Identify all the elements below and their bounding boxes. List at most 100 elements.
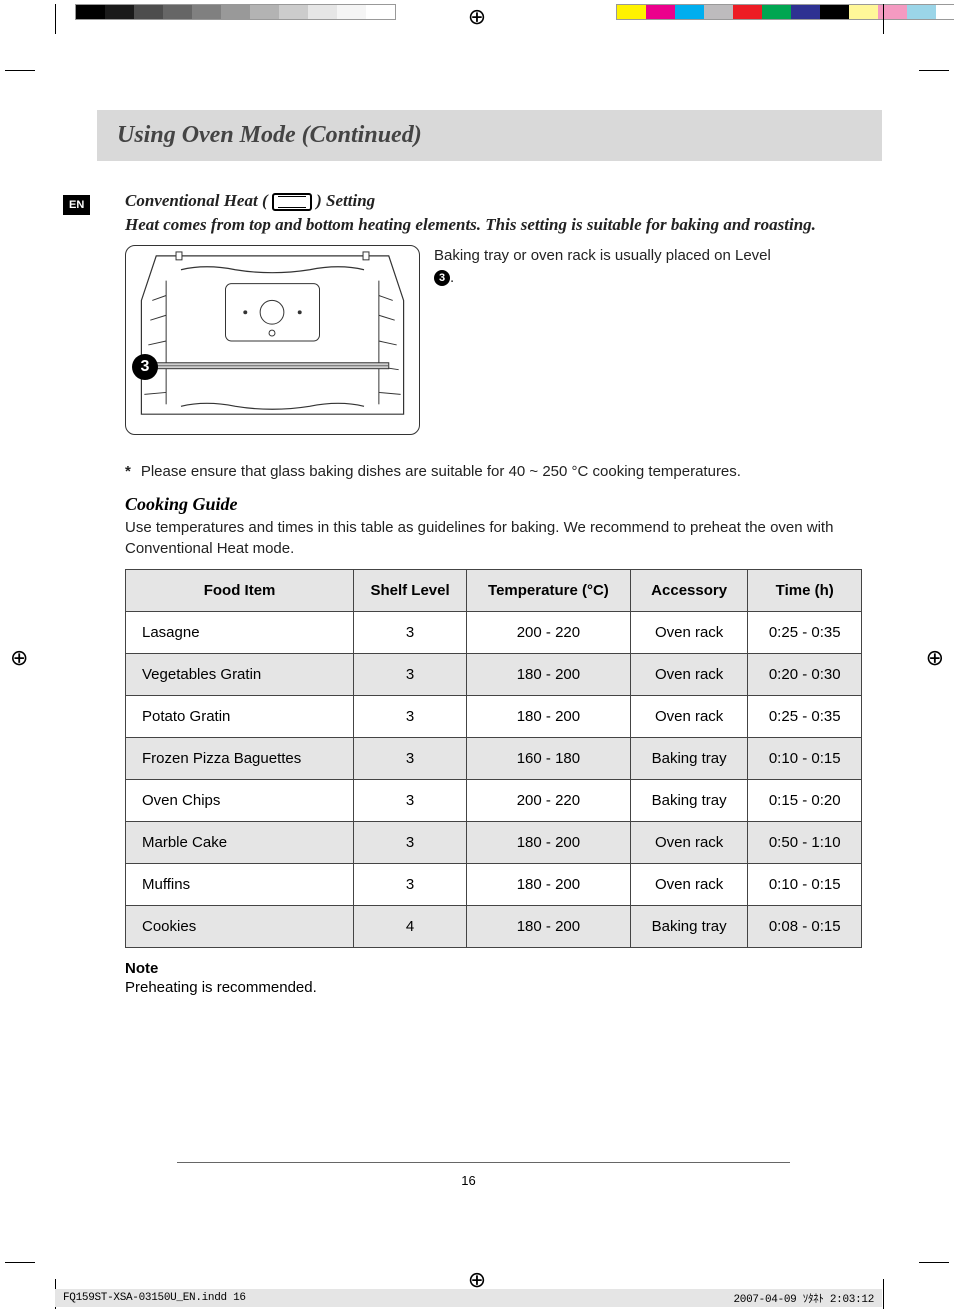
crop-mark (5, 70, 35, 71)
table-cell: 4 (354, 905, 467, 947)
table-cell: 0:15 - 0:20 (748, 779, 862, 821)
note-heading: Note (125, 960, 862, 977)
grayscale-swatch-strip (75, 4, 396, 20)
swatch (279, 5, 308, 19)
oven-caption-suffix: . (450, 269, 454, 286)
table-cell: Oven Chips (126, 779, 354, 821)
table-cell: Cookies (126, 905, 354, 947)
swatch (221, 5, 250, 19)
swatch (820, 5, 849, 19)
crop-mark (919, 70, 949, 71)
table-cell: 3 (354, 779, 467, 821)
table-cell: 0:20 - 0:30 (748, 653, 862, 695)
page-title: Using Oven Mode (Continued) (117, 122, 862, 149)
level-circle-icon: 3 (434, 270, 450, 286)
table-row: Vegetables Gratin3180 - 200Oven rack0:20… (126, 653, 862, 695)
subsection-prefix: Conventional Heat ( (125, 191, 268, 210)
swatch (192, 5, 221, 19)
table-row: Potato Gratin3180 - 200Oven rack0:25 - 0… (126, 695, 862, 737)
table-row: Lasagne3200 - 220Oven rack0:25 - 0:35 (126, 611, 862, 653)
table-row: Frozen Pizza Baguettes3160 - 180Baking t… (126, 737, 862, 779)
table-cell: 200 - 220 (467, 611, 631, 653)
crop-mark (55, 4, 56, 34)
footer-rule (177, 1162, 790, 1163)
table-cell: Lasagne (126, 611, 354, 653)
page-number: 16 (461, 1173, 475, 1188)
table-cell: Baking tray (630, 779, 748, 821)
swatch (366, 5, 395, 19)
swatch (762, 5, 791, 19)
footer-file: FQ159ST-XSA-03150U_EN.indd 16 (63, 1292, 246, 1304)
table-cell: 0:25 - 0:35 (748, 611, 862, 653)
crop-mark (883, 1279, 884, 1309)
table-cell: Baking tray (630, 905, 748, 947)
table-cell: 3 (354, 821, 467, 863)
swatch (849, 5, 878, 19)
table-cell: 0:10 - 0:15 (748, 863, 862, 905)
footer-timestamp: 2007-04-09 ｿﾀﾈﾄ 2:03:12 (733, 1290, 874, 1306)
intro-text: Heat comes from top and bottom heating e… (125, 213, 862, 237)
table-header-cell: Food Item (126, 569, 354, 611)
table-cell: Oven rack (630, 863, 748, 905)
table-cell: 0:08 - 0:15 (748, 905, 862, 947)
swatch (791, 5, 820, 19)
table-cell: Baking tray (630, 737, 748, 779)
swatch (337, 5, 366, 19)
page-header: Using Oven Mode (Continued) (97, 110, 882, 161)
subsection-suffix: ) Setting (316, 191, 375, 210)
print-footer-bar: FQ159ST-XSA-03150U_EN.indd 16 2007-04-09… (55, 1289, 882, 1307)
table-cell: 180 - 200 (467, 695, 631, 737)
table-cell: 180 - 200 (467, 821, 631, 863)
table-cell: Potato Gratin (126, 695, 354, 737)
swatch (617, 5, 646, 19)
registration-mark-icon: ⊕ (926, 645, 944, 671)
table-row: Marble Cake3180 - 200Oven rack0:50 - 1:1… (126, 821, 862, 863)
swatch (134, 5, 163, 19)
table-cell: Marble Cake (126, 821, 354, 863)
table-cell: Vegetables Gratin (126, 653, 354, 695)
table-row: Oven Chips3200 - 220Baking tray0:15 - 0:… (126, 779, 862, 821)
table-cell: 0:50 - 1:10 (748, 821, 862, 863)
table-row: Cookies4180 - 200Baking tray0:08 - 0:15 (126, 905, 862, 947)
table-cell: Oven rack (630, 653, 748, 695)
registration-mark-icon: ⊕ (468, 4, 486, 30)
table-body: Lasagne3200 - 220Oven rack0:25 - 0:35Veg… (126, 611, 862, 947)
asterisk-symbol: * (125, 463, 131, 480)
table-cell: Oven rack (630, 821, 748, 863)
table-cell: Oven rack (630, 695, 748, 737)
swatch (105, 5, 134, 19)
oven-diagram: 3 (125, 245, 420, 435)
language-badge: EN (63, 195, 90, 215)
oven-caption-prefix: Baking tray or oven rack is usually plac… (434, 247, 771, 264)
color-swatch-strip (616, 4, 954, 20)
oven-caption: Baking tray or oven rack is usually plac… (434, 245, 771, 290)
table-cell: 200 - 220 (467, 779, 631, 821)
asterisk-note: *Please ensure that glass baking dishes … (125, 463, 862, 480)
crop-mark (883, 4, 884, 34)
table-header-cell: Temperature (°C) (467, 569, 631, 611)
table-cell: 180 - 200 (467, 653, 631, 695)
crop-mark (919, 1262, 949, 1263)
swatch (308, 5, 337, 19)
swatch (675, 5, 704, 19)
table-row: Muffins3180 - 200Oven rack0:10 - 0:15 (126, 863, 862, 905)
table-cell: Frozen Pizza Baguettes (126, 737, 354, 779)
swatch (250, 5, 279, 19)
swatch (704, 5, 733, 19)
cooking-guide-intro: Use temperatures and times in this table… (125, 517, 862, 559)
swatch (936, 5, 954, 19)
table-cell: 3 (354, 695, 467, 737)
swatch (163, 5, 192, 19)
level-badge: 3 (132, 354, 158, 380)
oven-illustration-icon (126, 246, 419, 434)
table-header-row: Food ItemShelf LevelTemperature (°C)Acce… (126, 569, 862, 611)
table-cell: 3 (354, 611, 467, 653)
table-cell: Oven rack (630, 611, 748, 653)
table-cell: 3 (354, 737, 467, 779)
table-header-cell: Shelf Level (354, 569, 467, 611)
conventional-heat-icon (272, 193, 312, 211)
table-cell: 3 (354, 653, 467, 695)
table-header-cell: Time (h) (748, 569, 862, 611)
registration-mark-icon: ⊕ (10, 645, 28, 671)
table-cell: 180 - 200 (467, 905, 631, 947)
